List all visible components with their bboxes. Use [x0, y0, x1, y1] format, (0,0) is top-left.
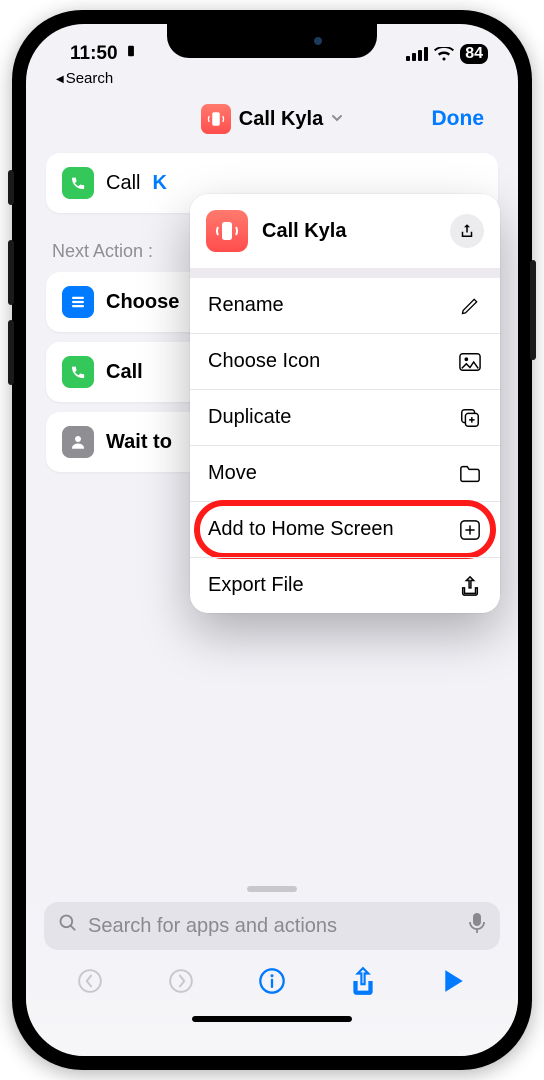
- front-camera: [314, 37, 322, 45]
- menu-title: Call Kyla: [262, 220, 436, 243]
- undo-button[interactable]: [70, 968, 110, 994]
- info-button[interactable]: [252, 967, 292, 995]
- action-token[interactable]: K: [152, 172, 166, 195]
- menu-move[interactable]: Move: [190, 445, 500, 501]
- image-icon: [458, 352, 482, 372]
- menu-choose-icon[interactable]: Choose Icon: [190, 333, 500, 389]
- run-button[interactable]: [434, 969, 474, 993]
- back-nav[interactable]: Search: [26, 70, 518, 91]
- location-icon: [124, 44, 138, 62]
- row-label: Add to Home Screen: [208, 518, 394, 541]
- pencil-icon: [458, 296, 482, 316]
- chevron-down-icon: [331, 111, 343, 127]
- screen: 11:50 84 Search: [26, 24, 518, 1056]
- mute-switch: [8, 170, 14, 205]
- menu-duplicate[interactable]: Duplicate: [190, 389, 500, 445]
- add-square-icon: [458, 519, 482, 541]
- action-label: Call: [106, 361, 143, 384]
- context-menu: Call Kyla Rename Choose Icon: [190, 194, 500, 613]
- redo-button[interactable]: [161, 968, 201, 994]
- menu-header: Call Kyla: [190, 194, 500, 268]
- search-input[interactable]: Search for apps and actions: [44, 902, 500, 950]
- row-label: Duplicate: [208, 406, 291, 429]
- duplicate-icon: [458, 407, 482, 429]
- export-icon: [458, 575, 482, 597]
- sheet-grabber[interactable]: [247, 886, 297, 892]
- action-verb: Call: [106, 172, 140, 195]
- volume-up: [8, 240, 14, 305]
- power-button: [530, 260, 536, 360]
- action-label: Choose: [106, 291, 179, 314]
- volume-down: [8, 320, 14, 385]
- shortcut-icon: [201, 104, 231, 134]
- menu-export-file[interactable]: Export File: [190, 557, 500, 613]
- home-indicator[interactable]: [192, 1016, 352, 1022]
- done-button[interactable]: Done: [432, 107, 485, 131]
- shortcut-icon: [206, 210, 248, 252]
- cellular-icon: [406, 47, 428, 61]
- battery-indicator: 84: [460, 44, 488, 64]
- toolbar: [44, 966, 500, 996]
- mic-icon[interactable]: [468, 912, 486, 940]
- row-label: Export File: [208, 574, 304, 597]
- share-icon: [458, 222, 476, 240]
- wifi-icon: [434, 47, 454, 61]
- status-time: 11:50: [70, 43, 118, 65]
- person-icon: [62, 426, 94, 458]
- share-button[interactable]: [450, 214, 484, 248]
- phone-icon: [62, 356, 94, 388]
- row-label: Choose Icon: [208, 350, 320, 373]
- folder-icon: [458, 464, 482, 484]
- menu-icon: [62, 286, 94, 318]
- battery-percent: 84: [465, 45, 483, 63]
- menu-rename[interactable]: Rename: [190, 278, 500, 333]
- bottom-sheet: Search for apps and actions: [26, 880, 518, 1056]
- header: Call Kyla Done: [26, 91, 518, 147]
- back-label: Search: [56, 70, 113, 87]
- row-label: Rename: [208, 294, 284, 317]
- search-placeholder: Search for apps and actions: [88, 915, 458, 938]
- phone-frame: 11:50 84 Search: [12, 10, 532, 1070]
- row-label: Move: [208, 462, 257, 485]
- menu-add-home-screen[interactable]: Add to Home Screen: [190, 501, 500, 557]
- title-dropdown[interactable]: Call Kyla: [201, 104, 343, 134]
- header-title: Call Kyla: [239, 108, 323, 131]
- action-label: Wait to: [106, 431, 172, 454]
- share-toolbar-button[interactable]: [343, 966, 383, 996]
- search-icon: [58, 913, 78, 939]
- phone-icon: [62, 167, 94, 199]
- separator: [190, 268, 500, 278]
- notch: [167, 24, 377, 58]
